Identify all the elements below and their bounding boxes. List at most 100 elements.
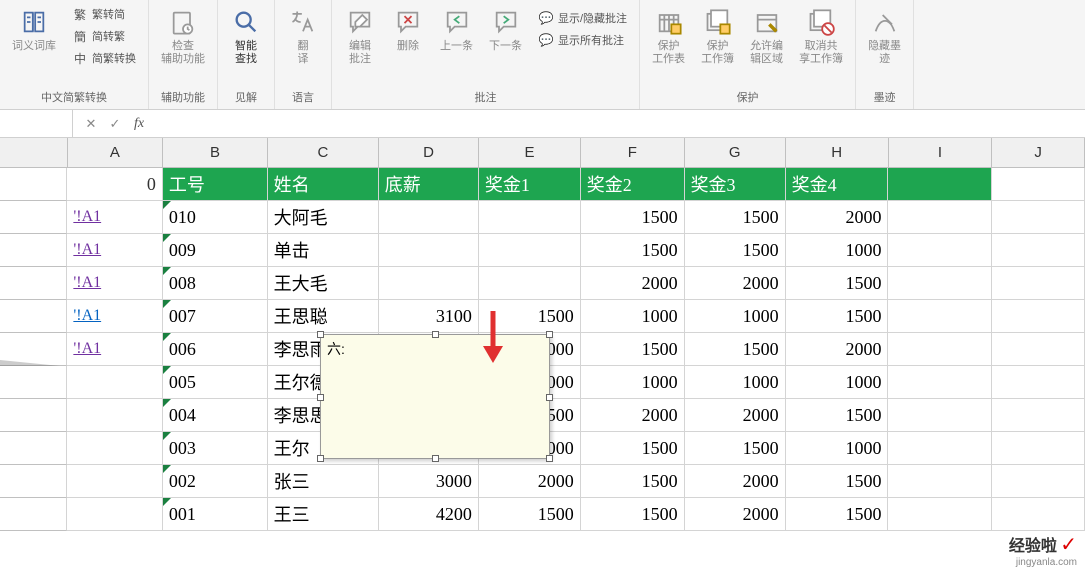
cell[interactable]: 1500 (581, 234, 685, 267)
cell[interactable] (67, 366, 163, 399)
cell[interactable]: 004 (163, 399, 268, 432)
select-all-corner[interactable] (0, 138, 68, 168)
cell[interactable]: 2000 (685, 498, 786, 531)
cell[interactable]: 2000 (786, 201, 889, 234)
cell[interactable]: 1500 (685, 234, 786, 267)
cell[interactable]: 3100 (379, 300, 479, 333)
cell[interactable] (888, 267, 992, 300)
cell[interactable]: 奖金4 (786, 168, 889, 201)
cell[interactable]: '!A1 (67, 201, 163, 234)
cell[interactable]: 006 (163, 333, 268, 366)
fx-button[interactable]: fx (129, 114, 149, 134)
cell[interactable] (992, 399, 1085, 432)
protect-sheet-button[interactable]: 保护 工作表 (646, 2, 691, 70)
cell[interactable]: 姓名 (268, 168, 379, 201)
cell[interactable] (992, 333, 1085, 366)
cell[interactable] (888, 234, 992, 267)
cell[interactable]: 1000 (685, 300, 786, 333)
translate-button[interactable]: 翻 译 (281, 2, 325, 70)
row-header[interactable] (0, 267, 67, 300)
cell[interactable]: 4200 (379, 498, 479, 531)
cell[interactable]: '!A1 (67, 300, 163, 333)
cell[interactable]: 1000 (581, 300, 685, 333)
row-header[interactable] (0, 234, 67, 267)
resize-handle[interactable] (546, 455, 553, 462)
cell[interactable]: 王三 (268, 498, 379, 531)
cell[interactable]: 1500 (581, 432, 685, 465)
resize-handle[interactable] (317, 455, 324, 462)
cell[interactable]: 1000 (581, 366, 685, 399)
cell[interactable]: 1500 (581, 201, 685, 234)
col-header-B[interactable]: B (163, 138, 268, 168)
cancel-button[interactable]: ✕ (81, 114, 101, 134)
cell[interactable]: 大阿毛 (268, 201, 379, 234)
cell[interactable] (379, 267, 479, 300)
cell[interactable]: 2000 (581, 399, 685, 432)
cell[interactable] (888, 465, 992, 498)
cell[interactable] (888, 432, 992, 465)
cell[interactable] (992, 168, 1085, 201)
cell[interactable]: 奖金1 (479, 168, 581, 201)
cell[interactable]: 1500 (786, 300, 889, 333)
resize-handle[interactable] (432, 331, 439, 338)
cell[interactable] (992, 465, 1085, 498)
cell[interactable] (888, 366, 992, 399)
cell[interactable]: 奖金2 (581, 168, 685, 201)
cell[interactable] (992, 201, 1085, 234)
smart-lookup-button[interactable]: 智能 查找 (224, 2, 268, 70)
cell[interactable] (888, 300, 992, 333)
cell[interactable] (888, 498, 992, 531)
cell[interactable]: 1500 (786, 498, 889, 531)
cell[interactable] (479, 234, 581, 267)
cell[interactable]: 2000 (685, 465, 786, 498)
cell[interactable] (479, 201, 581, 234)
cell[interactable]: 1500 (786, 399, 889, 432)
cell[interactable] (888, 333, 992, 366)
cell[interactable]: 005 (163, 366, 268, 399)
unshare-workbook-button[interactable]: 取消共 享工作簿 (793, 2, 849, 70)
cell[interactable]: 2000 (479, 465, 581, 498)
cell[interactable] (67, 465, 163, 498)
cell[interactable] (888, 168, 992, 201)
row-header[interactable] (0, 201, 67, 234)
cell[interactable]: 003 (163, 432, 268, 465)
cell[interactable]: 007 (163, 300, 268, 333)
cell[interactable]: 1500 (786, 465, 889, 498)
cell[interactable]: 底薪 (379, 168, 479, 201)
col-header-E[interactable]: E (479, 138, 581, 168)
show-hide-comment-button[interactable]: 💬显示/隐藏批注 (532, 8, 633, 28)
cell[interactable]: '!A1 (67, 267, 163, 300)
protect-workbook-button[interactable]: 保护 工作簿 (695, 2, 740, 70)
cell[interactable]: 奖金3 (685, 168, 786, 201)
cell[interactable]: 1500 (685, 201, 786, 234)
next-comment-button[interactable]: 下一条 (483, 2, 528, 57)
show-all-comments-button[interactable]: 💬显示所有批注 (532, 30, 633, 50)
cell[interactable]: 王思聪 (268, 300, 379, 333)
cell[interactable]: 1000 (685, 366, 786, 399)
row-header[interactable] (0, 399, 67, 432)
row-header[interactable] (0, 300, 67, 333)
cell[interactable]: 2000 (685, 399, 786, 432)
name-box[interactable] (0, 110, 73, 137)
prev-comment-button[interactable]: 上一条 (434, 2, 479, 57)
allow-edit-ranges-button[interactable]: 允许编 辑区域 (744, 2, 789, 70)
row-header[interactable] (0, 432, 67, 465)
cell[interactable]: 009 (163, 234, 268, 267)
simp-to-trad-button[interactable]: 簡简转繁 (66, 26, 142, 46)
cell[interactable]: 010 (163, 201, 268, 234)
resize-handle[interactable] (546, 331, 553, 338)
cell[interactable] (67, 498, 163, 531)
cell[interactable] (479, 267, 581, 300)
col-header-I[interactable]: I (889, 138, 993, 168)
resize-handle[interactable] (317, 331, 324, 338)
cell[interactable]: 单击 (268, 234, 379, 267)
resize-handle[interactable] (432, 455, 439, 462)
cell[interactable]: 002 (163, 465, 268, 498)
trad-to-simp-button[interactable]: 繁繁转简 (66, 4, 142, 24)
cell[interactable]: 张三 (268, 465, 379, 498)
cell[interactable] (992, 432, 1085, 465)
cell[interactable]: 王大毛 (268, 267, 379, 300)
dictionary-button[interactable]: 词义词库 (6, 2, 62, 57)
cell[interactable]: 1500 (581, 333, 685, 366)
cell[interactable] (992, 234, 1085, 267)
